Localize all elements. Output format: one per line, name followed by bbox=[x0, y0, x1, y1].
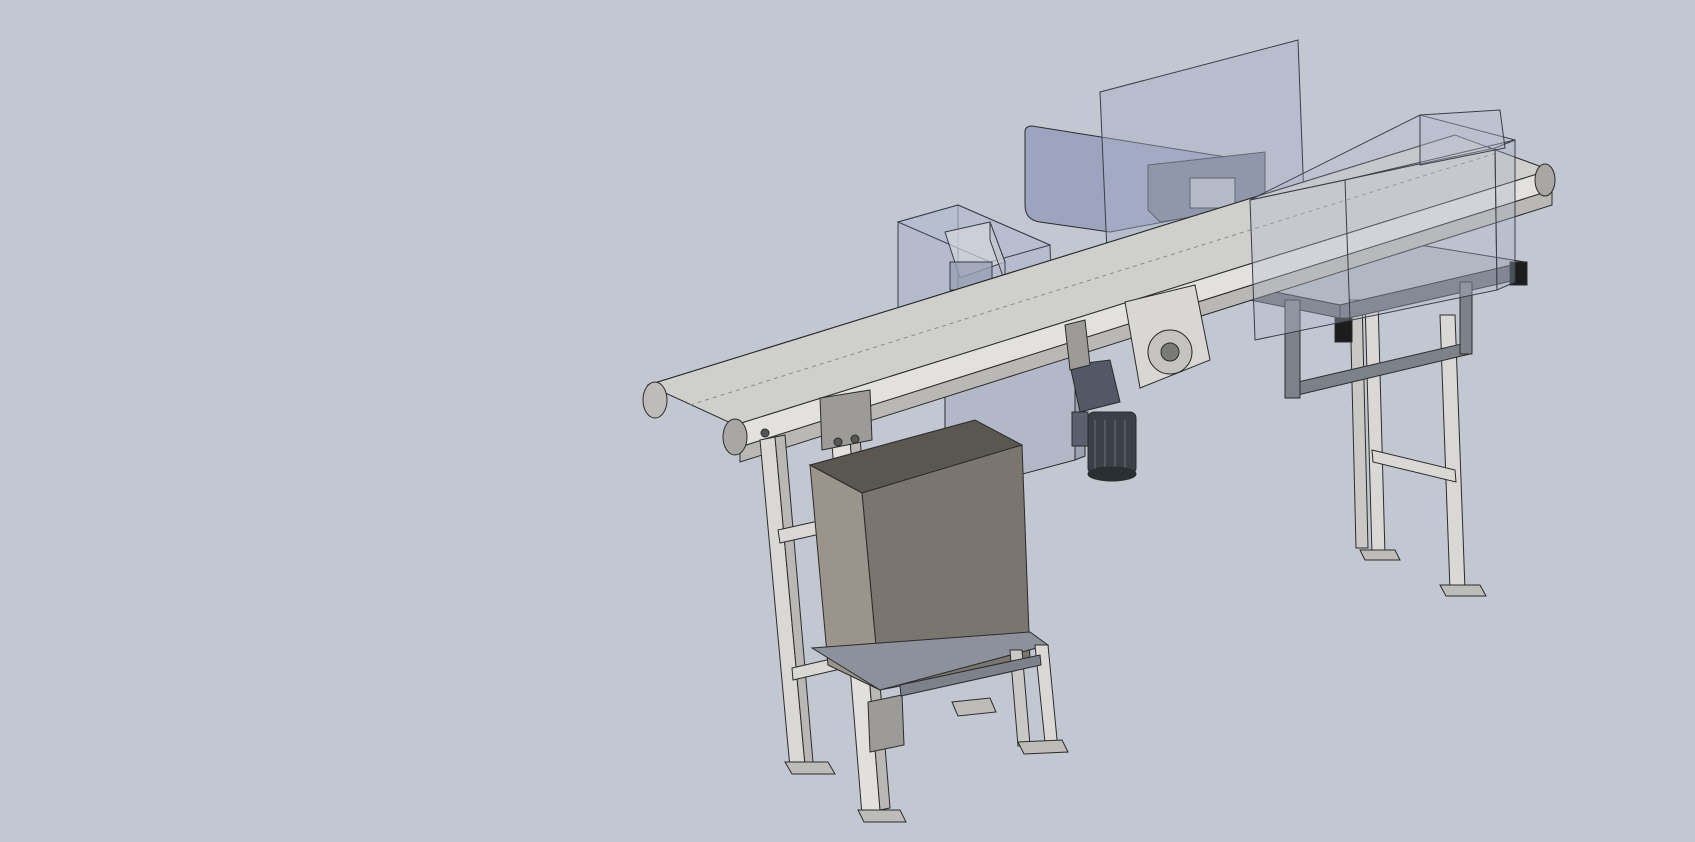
left-stand-foot-bracket bbox=[867, 694, 905, 753]
bracket-bolt-2 bbox=[850, 434, 860, 444]
left-stand-foot-front bbox=[857, 809, 907, 823]
mid-stand-bracket bbox=[1064, 319, 1091, 371]
left-stand-foot-rear bbox=[784, 761, 836, 775]
right-stand-foot-front bbox=[1439, 584, 1487, 597]
left-stand-bracket bbox=[819, 389, 873, 451]
bracket-bolt-1 bbox=[833, 437, 843, 447]
outfeed-enclosure-side bbox=[1494, 139, 1516, 291]
right-stand-foot-rear bbox=[1359, 549, 1401, 561]
drive-shaft bbox=[1160, 342, 1180, 362]
cad-viewport[interactable] bbox=[0, 0, 1695, 842]
motor-end-cap bbox=[1087, 466, 1137, 482]
outfeed-roller bbox=[1534, 163, 1556, 197]
carton-table-foot bbox=[1017, 739, 1069, 755]
infeed-roller-end bbox=[722, 418, 748, 456]
conveyor-assembly-drawing[interactable] bbox=[0, 0, 1695, 842]
motor-terminal-box bbox=[1071, 411, 1089, 447]
infeed-roller-axle bbox=[760, 428, 770, 438]
infeed-roller bbox=[642, 381, 668, 419]
